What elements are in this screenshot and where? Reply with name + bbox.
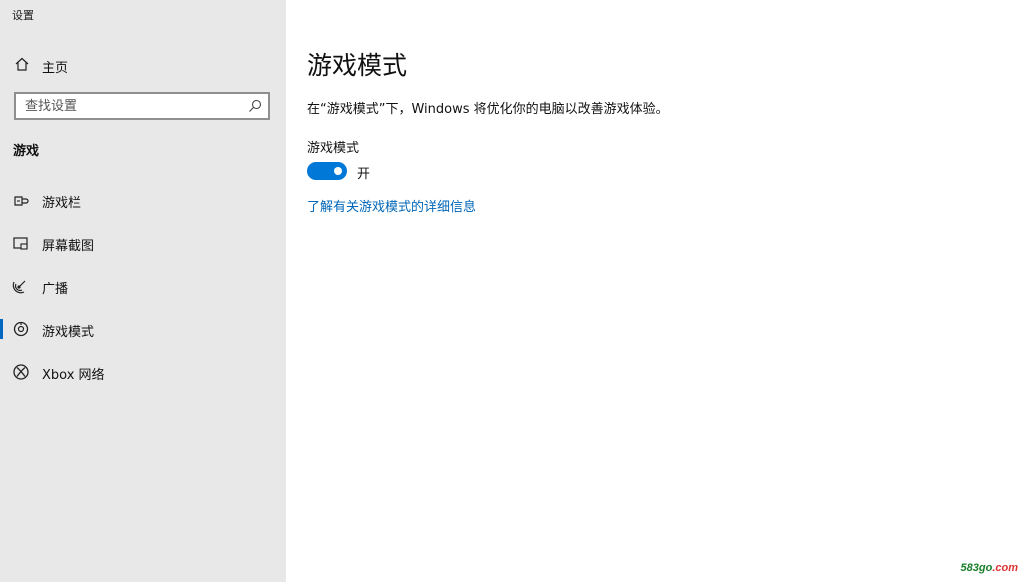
main-content: 游戏模式 在“游戏模式”下，Windows 将优化你的电脑以改善游戏体验。 游戏… (286, 0, 1024, 582)
learn-more-link[interactable]: 了解有关游戏模式的详细信息 (307, 196, 476, 215)
sidebar: 设置 主页 游戏 游戏栏 屏幕截图 (0, 0, 286, 582)
selected-indicator (0, 319, 3, 339)
app-title: 设置 (12, 9, 34, 22)
sidebar-item-broadcast[interactable]: 广播 (0, 269, 286, 303)
watermark-domain: .com (992, 562, 1018, 574)
game-mode-setting-label: 游戏模式 (307, 141, 360, 156)
sidebar-item-label: Xbox 网络 (42, 368, 105, 383)
sidebar-item-game-bar[interactable]: 游戏栏 (0, 183, 286, 217)
page-title: 游戏模式 (307, 51, 408, 80)
toggle-state-label: 开 (357, 167, 371, 182)
xbox-icon (13, 364, 29, 380)
section-title: 游戏 (13, 144, 40, 159)
search-icon[interactable] (248, 99, 262, 113)
sidebar-item-label: 游戏模式 (42, 325, 95, 340)
search-input[interactable] (16, 94, 241, 118)
sidebar-item-label: 游戏栏 (42, 196, 82, 211)
search-box[interactable] (14, 92, 270, 120)
toggle-knob (334, 167, 342, 175)
watermark: 583go.com (961, 562, 1018, 574)
game-mode-icon (13, 321, 29, 337)
game-bar-icon (14, 196, 29, 206)
home-icon (15, 57, 29, 71)
sidebar-item-label: 广播 (42, 282, 69, 297)
sidebar-item-label: 屏幕截图 (42, 239, 95, 254)
sidebar-item-screen-capture[interactable]: 屏幕截图 (0, 226, 286, 260)
page-description: 在“游戏模式”下，Windows 将优化你的电脑以改善游戏体验。 (307, 102, 669, 117)
sidebar-item-home-label: 主页 (42, 61, 69, 76)
game-mode-toggle[interactable] (307, 162, 347, 180)
watermark-text: 583go (960, 562, 993, 574)
screen-capture-icon (13, 237, 28, 250)
broadcast-icon (12, 280, 26, 294)
sidebar-item-home[interactable]: 主页 (0, 50, 286, 80)
sidebar-item-game-mode[interactable]: 游戏模式 (0, 312, 286, 346)
sidebar-item-xbox-network[interactable]: Xbox 网络 (0, 355, 286, 389)
